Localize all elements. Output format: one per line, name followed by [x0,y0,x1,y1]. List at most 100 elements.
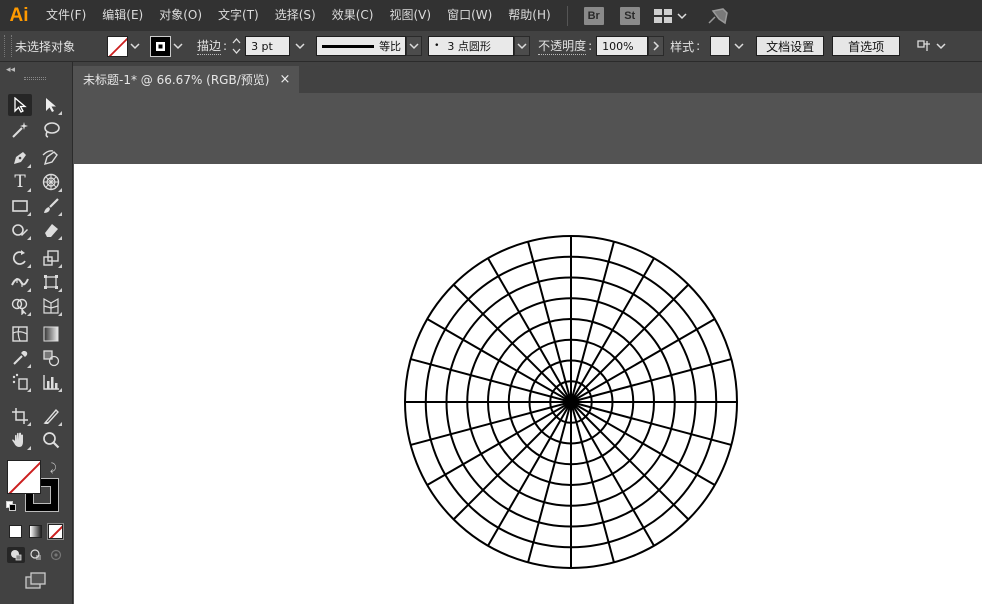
no-fill-icon [108,37,127,56]
type-tool[interactable]: T [8,171,32,193]
bridge-button[interactable]: Br [583,6,604,25]
shaper-tool[interactable] [8,219,32,241]
scale-tool[interactable] [39,247,63,269]
tool-flyout-indicator [27,188,31,192]
stroke-label: 描边 [197,39,222,55]
stroke-dropdown-button[interactable] [171,36,185,56]
tool-flyout-indicator [27,236,31,240]
stroke-swatch[interactable] [150,35,171,57]
menu-select[interactable]: 选择(S) [267,0,324,31]
menu-type[interactable]: 文字(T) [210,0,267,31]
hand-tool[interactable] [8,429,32,451]
tool-flyout-indicator [58,422,62,426]
workspace-layout-button[interactable] [653,8,687,23]
tool-flyout-indicator [27,446,31,450]
rectangle-tool[interactable] [8,195,32,217]
blend-tool[interactable] [39,347,63,369]
stroke-label-group[interactable]: 描边 : [197,37,227,55]
collapse-panel-icon[interactable]: ◂◂ [6,66,15,75]
no-fill-icon [8,461,40,493]
magic-wand-tool[interactable] [8,119,32,141]
screen-mode-icon [25,572,46,589]
menu-view[interactable]: 视图(V) [381,0,439,31]
no-fill-icon [49,525,62,538]
menu-window[interactable]: 窗口(W) [439,0,500,31]
menu-file[interactable]: 文件(F) [38,0,94,31]
mesh-tool[interactable] [8,323,32,345]
menu-edit[interactable]: 编辑(E) [94,0,151,31]
tool-flyout-indicator [27,164,31,168]
document-tab[interactable]: 未标题-1* @ 66.67% (RGB/预览) × [73,66,299,93]
chevron-down-icon [295,43,305,50]
gradient-tool[interactable] [39,323,63,345]
fill-swatch[interactable] [107,35,128,57]
stock-button[interactable]: St [619,6,640,25]
arrange-documents-button[interactable] [916,39,946,53]
direct-selection-tool[interactable] [39,94,63,116]
pen-tool[interactable] [8,147,32,169]
graphic-style-dropdown[interactable] [732,36,746,56]
menu-help[interactable]: 帮助(H) [500,0,558,31]
shape-builder-tool[interactable] [8,295,32,317]
draw-normal-button[interactable] [7,547,25,563]
opacity-input[interactable]: 100% [596,36,649,56]
symbol-sprayer-tool[interactable] [8,371,32,393]
lasso-tool[interactable] [39,119,63,141]
tool-flyout-indicator [27,312,31,316]
change-screen-mode-button[interactable] [24,572,48,592]
lasso-icon [44,122,60,138]
document-setup-button[interactable]: 文档设置 [756,36,825,56]
draw-behind-button[interactable] [28,547,44,563]
profile-label: 等比 [379,40,402,53]
variable-width-profile[interactable]: 等比 [316,36,407,56]
width-tool[interactable] [8,271,32,293]
fill-dropdown-button[interactable] [128,36,142,56]
stroke-box-icon [156,41,165,51]
document-tab-title: 未标题-1* @ 66.67% (RGB/预览) [83,73,270,87]
selection-tool[interactable] [8,94,32,116]
draw-inside-button[interactable] [48,547,64,563]
eyedropper-tool[interactable] [8,347,32,369]
graphic-style-swatch[interactable] [710,36,731,56]
color-mode-button[interactable] [9,525,22,538]
polar-divider [570,241,615,403]
polar-divider [410,401,572,446]
perspective-grid-tool[interactable] [39,295,63,317]
brush-dot: • [434,41,440,51]
stroke-weight-dropdown[interactable] [293,36,307,56]
polar-grid-artwork[interactable] [74,164,982,604]
preferences-button[interactable]: 首选项 [832,36,901,56]
profile-dropdown[interactable] [406,36,423,56]
close-tab-icon[interactable]: × [279,72,290,87]
curvature-tool[interactable] [39,147,63,169]
stroke-weight-stepper[interactable] [232,36,243,56]
column-graph-tool[interactable] [39,371,63,393]
menu-object[interactable]: 对象(O) [151,0,210,31]
artboard[interactable] [74,164,982,604]
tool-flyout-indicator [27,264,31,268]
swap-fill-stroke-icon[interactable]: ⤸ [50,461,57,475]
brush-definition[interactable]: • 3 点圆形 [428,36,515,56]
chevron-down-icon [734,43,744,50]
canvas-area[interactable] [74,93,982,604]
none-mode-button[interactable] [47,523,64,540]
opacity-label-group[interactable]: 不透明度 : [538,37,592,55]
stroke-weight-input[interactable]: 3 pt [245,36,291,56]
selection-status: 未选择对象 [15,39,76,54]
rotate-tool[interactable] [8,247,32,269]
zoom-tool[interactable] [39,429,63,451]
eraser-tool[interactable] [39,219,63,241]
free-transform-tool[interactable] [39,271,63,293]
menu-effect[interactable]: 效果(C) [324,0,382,31]
default-fill-stroke-icon[interactable] [6,501,16,511]
paintbrush-tool[interactable] [39,195,63,217]
artboard-tool[interactable] [8,405,32,427]
gradient-mode-button[interactable] [29,525,42,538]
fill-color-box[interactable] [7,460,41,494]
brush-dropdown[interactable] [514,36,531,56]
polar-grid-tool[interactable] [39,171,63,193]
tool-flyout-indicator [58,388,62,392]
slice-tool[interactable] [39,405,63,427]
gpu-performance-button[interactable] [707,7,729,25]
opacity-flyout[interactable] [648,36,665,56]
